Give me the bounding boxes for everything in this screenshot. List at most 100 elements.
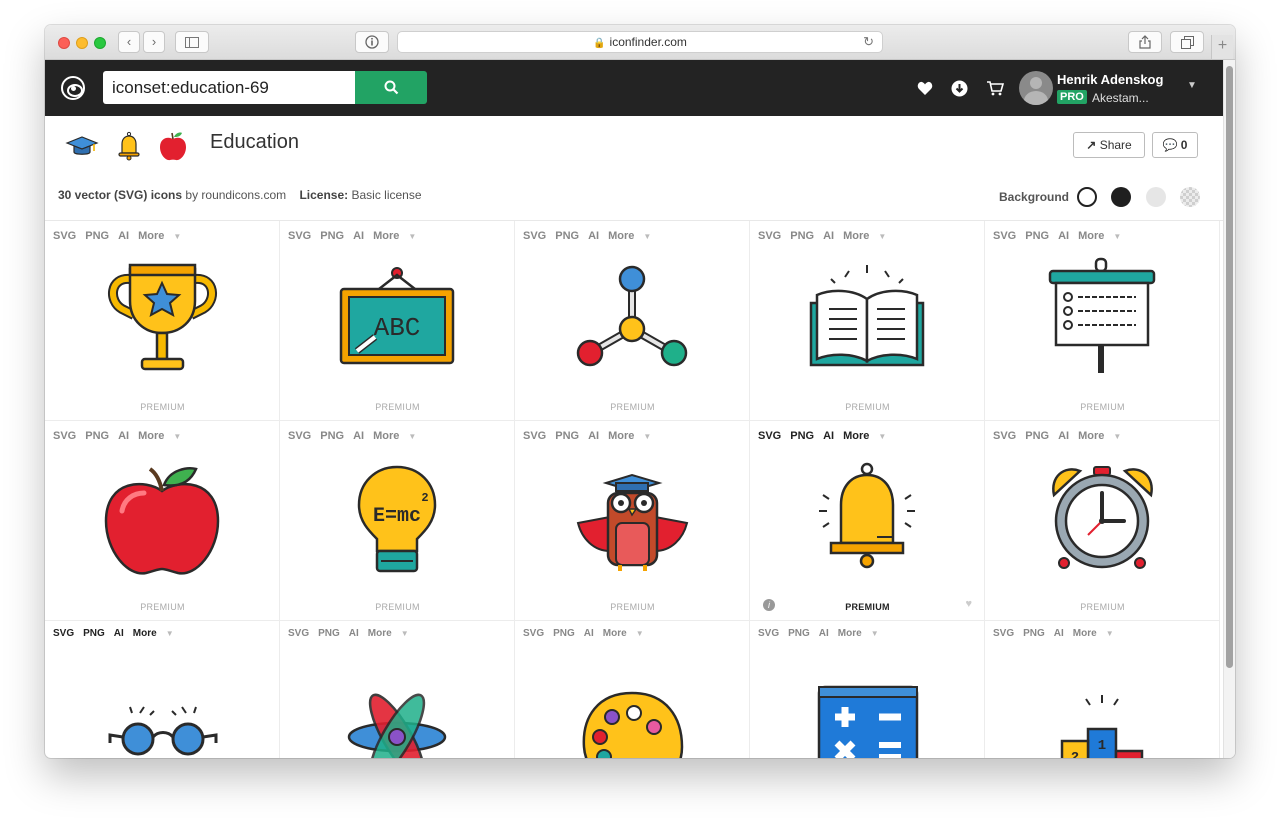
more-link[interactable]: More: [138, 230, 164, 242]
png-link[interactable]: PNG: [790, 230, 814, 242]
chevron-down-icon[interactable]: ▼: [871, 629, 879, 638]
svg-link[interactable]: SVG: [523, 628, 544, 639]
chevron-down-icon[interactable]: ▼: [636, 629, 644, 638]
comments-button[interactable]: 💬 0: [1152, 132, 1198, 158]
minimize-window-button[interactable]: [76, 37, 88, 49]
more-link[interactable]: More: [843, 430, 869, 442]
ai-link[interactable]: AI: [349, 628, 359, 639]
svg-link[interactable]: SVG: [993, 430, 1016, 442]
ai-link[interactable]: AI: [819, 628, 829, 639]
svg-link[interactable]: SVG: [993, 628, 1014, 639]
icon-card[interactable]: SVG PNG AI More ▼ ABC PREMIUM: [280, 221, 515, 421]
chevron-down-icon[interactable]: ▼: [166, 629, 174, 638]
icon-card-hovered[interactable]: SVG PNG AI More ▼ i PREMIUM ♥: [750, 421, 985, 621]
chevron-down-icon[interactable]: ▼: [408, 432, 416, 441]
reload-icon[interactable]: ↻: [863, 32, 874, 52]
search-button[interactable]: [355, 71, 427, 104]
ai-link[interactable]: AI: [114, 628, 124, 639]
more-link[interactable]: More: [373, 430, 399, 442]
png-link[interactable]: PNG: [83, 628, 105, 639]
ai-link[interactable]: AI: [1058, 230, 1069, 242]
icon-card[interactable]: SVG PNG AI More ▼ PREMIUM: [515, 221, 750, 421]
png-link[interactable]: PNG: [320, 230, 344, 242]
license-value[interactable]: Basic license: [351, 188, 421, 202]
favorite-heart-icon[interactable]: ♥: [965, 598, 972, 610]
download-icon[interactable]: [951, 77, 968, 103]
more-link[interactable]: More: [373, 230, 399, 242]
sidebar-toggle-button[interactable]: [175, 31, 209, 53]
svg-link[interactable]: SVG: [758, 430, 781, 442]
ai-link[interactable]: AI: [1054, 628, 1064, 639]
address-bar[interactable]: 🔒 iconfinder.com ↻: [397, 31, 883, 53]
icon-card[interactable]: SVG PNG AI More ▼ 1 2 3: [985, 621, 1220, 758]
png-link[interactable]: PNG: [318, 628, 340, 639]
background-gray-swatch[interactable]: [1146, 187, 1166, 207]
ai-link[interactable]: AI: [588, 230, 599, 242]
icon-card[interactable]: SVG PNG AI More ▼ E=mc 2 PREMIUM: [280, 421, 515, 621]
svg-link[interactable]: SVG: [288, 430, 311, 442]
more-link[interactable]: More: [133, 628, 157, 639]
chevron-down-icon[interactable]: ▼: [1113, 432, 1121, 441]
background-white-swatch[interactable]: [1077, 187, 1097, 207]
icon-card[interactable]: SVG PNG AI More ▼: [45, 621, 280, 758]
icon-card[interactable]: SVG PNG AI More ▼: [750, 621, 985, 758]
ai-link[interactable]: AI: [353, 430, 364, 442]
icon-card[interactable]: SVG PNG AI More ▼ PREMIUM: [515, 421, 750, 621]
ai-link[interactable]: AI: [1058, 430, 1069, 442]
more-link[interactable]: More: [843, 230, 869, 242]
more-link[interactable]: More: [1073, 628, 1097, 639]
new-tab-button[interactable]: +: [1211, 35, 1233, 59]
share-page-button[interactable]: [1128, 31, 1162, 53]
png-link[interactable]: PNG: [320, 430, 344, 442]
chevron-down-icon[interactable]: ▼: [1106, 629, 1114, 638]
icon-card[interactable]: SVG PNG AI More ▼ PREMIUM: [750, 221, 985, 421]
svg-link[interactable]: SVG: [523, 230, 546, 242]
more-link[interactable]: More: [1078, 430, 1104, 442]
iconfinder-logo-icon[interactable]: [61, 76, 85, 100]
png-link[interactable]: PNG: [85, 430, 109, 442]
svg-link[interactable]: SVG: [523, 430, 546, 442]
tabs-overview-button[interactable]: [1170, 31, 1204, 53]
icon-card[interactable]: SVG PNG AI More ▼ PREMIUM: [45, 421, 280, 621]
share-button[interactable]: ↗ Share: [1073, 132, 1145, 158]
more-link[interactable]: More: [608, 430, 634, 442]
ai-link[interactable]: AI: [584, 628, 594, 639]
png-link[interactable]: PNG: [85, 230, 109, 242]
background-black-swatch[interactable]: [1111, 187, 1131, 207]
chevron-down-icon[interactable]: ▼: [173, 232, 181, 241]
svg-link[interactable]: SVG: [53, 628, 74, 639]
chevron-down-icon[interactable]: ▼: [1113, 232, 1121, 241]
author-link[interactable]: by roundicons.com: [185, 188, 286, 202]
ai-link[interactable]: AI: [823, 430, 834, 442]
ai-link[interactable]: AI: [118, 230, 129, 242]
page-scrollbar[interactable]: [1223, 60, 1235, 758]
svg-link[interactable]: SVG: [288, 230, 311, 242]
cart-icon[interactable]: [986, 77, 1005, 102]
svg-link[interactable]: SVG: [53, 430, 76, 442]
png-link[interactable]: PNG: [790, 430, 814, 442]
more-link[interactable]: More: [603, 628, 627, 639]
chevron-down-icon[interactable]: ▼: [878, 432, 886, 441]
chevron-down-icon[interactable]: ▼: [401, 629, 409, 638]
icon-card[interactable]: SVG PNG AI More ▼ PREMIUM: [985, 421, 1220, 621]
png-link[interactable]: PNG: [1023, 628, 1045, 639]
more-link[interactable]: More: [608, 230, 634, 242]
more-link[interactable]: More: [838, 628, 862, 639]
svg-link[interactable]: SVG: [53, 230, 76, 242]
icon-card[interactable]: SVG PNG AI More ▼: [280, 621, 515, 758]
ai-link[interactable]: AI: [823, 230, 834, 242]
ai-link[interactable]: AI: [353, 230, 364, 242]
more-link[interactable]: More: [368, 628, 392, 639]
png-link[interactable]: PNG: [1025, 430, 1049, 442]
chevron-down-icon[interactable]: ▼: [878, 232, 886, 241]
chevron-down-icon[interactable]: ▼: [173, 432, 181, 441]
ai-link[interactable]: AI: [588, 430, 599, 442]
user-avatar[interactable]: [1019, 71, 1053, 105]
icon-card[interactable]: SVG PNG AI More ▼ PREMIUM: [985, 221, 1220, 421]
more-link[interactable]: More: [1078, 230, 1104, 242]
svg-link[interactable]: SVG: [758, 230, 781, 242]
more-link[interactable]: More: [138, 430, 164, 442]
chevron-down-icon[interactable]: ▼: [643, 232, 651, 241]
chevron-down-icon[interactable]: ▼: [408, 232, 416, 241]
ai-link[interactable]: AI: [118, 430, 129, 442]
